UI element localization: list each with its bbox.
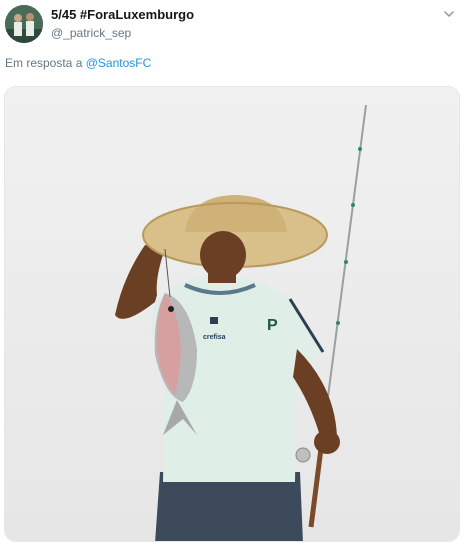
reply-context: Em resposta a @SantosFC [5,56,151,71]
avatar[interactable] [5,5,43,43]
reply-to-link[interactable]: @SantosFC [86,56,152,70]
shirt-sponsor-text: crefisa [203,334,226,341]
shirt-crest-letter: P [267,317,278,334]
display-name[interactable]: 5/45 #ForaLuxemburgo [51,7,194,23]
chevron-down-icon[interactable] [441,6,457,22]
reply-prefix: Em resposta a [5,56,83,70]
user-info[interactable]: 5/45 #ForaLuxemburgo @_patrick_sep [51,7,194,41]
tweet-card[interactable]: 5/45 #ForaLuxemburgo @_patrick_sep Em re… [0,0,465,545]
user-handle[interactable]: @_patrick_sep [51,25,194,41]
tweet-photo[interactable]: P crefisa [4,86,460,542]
